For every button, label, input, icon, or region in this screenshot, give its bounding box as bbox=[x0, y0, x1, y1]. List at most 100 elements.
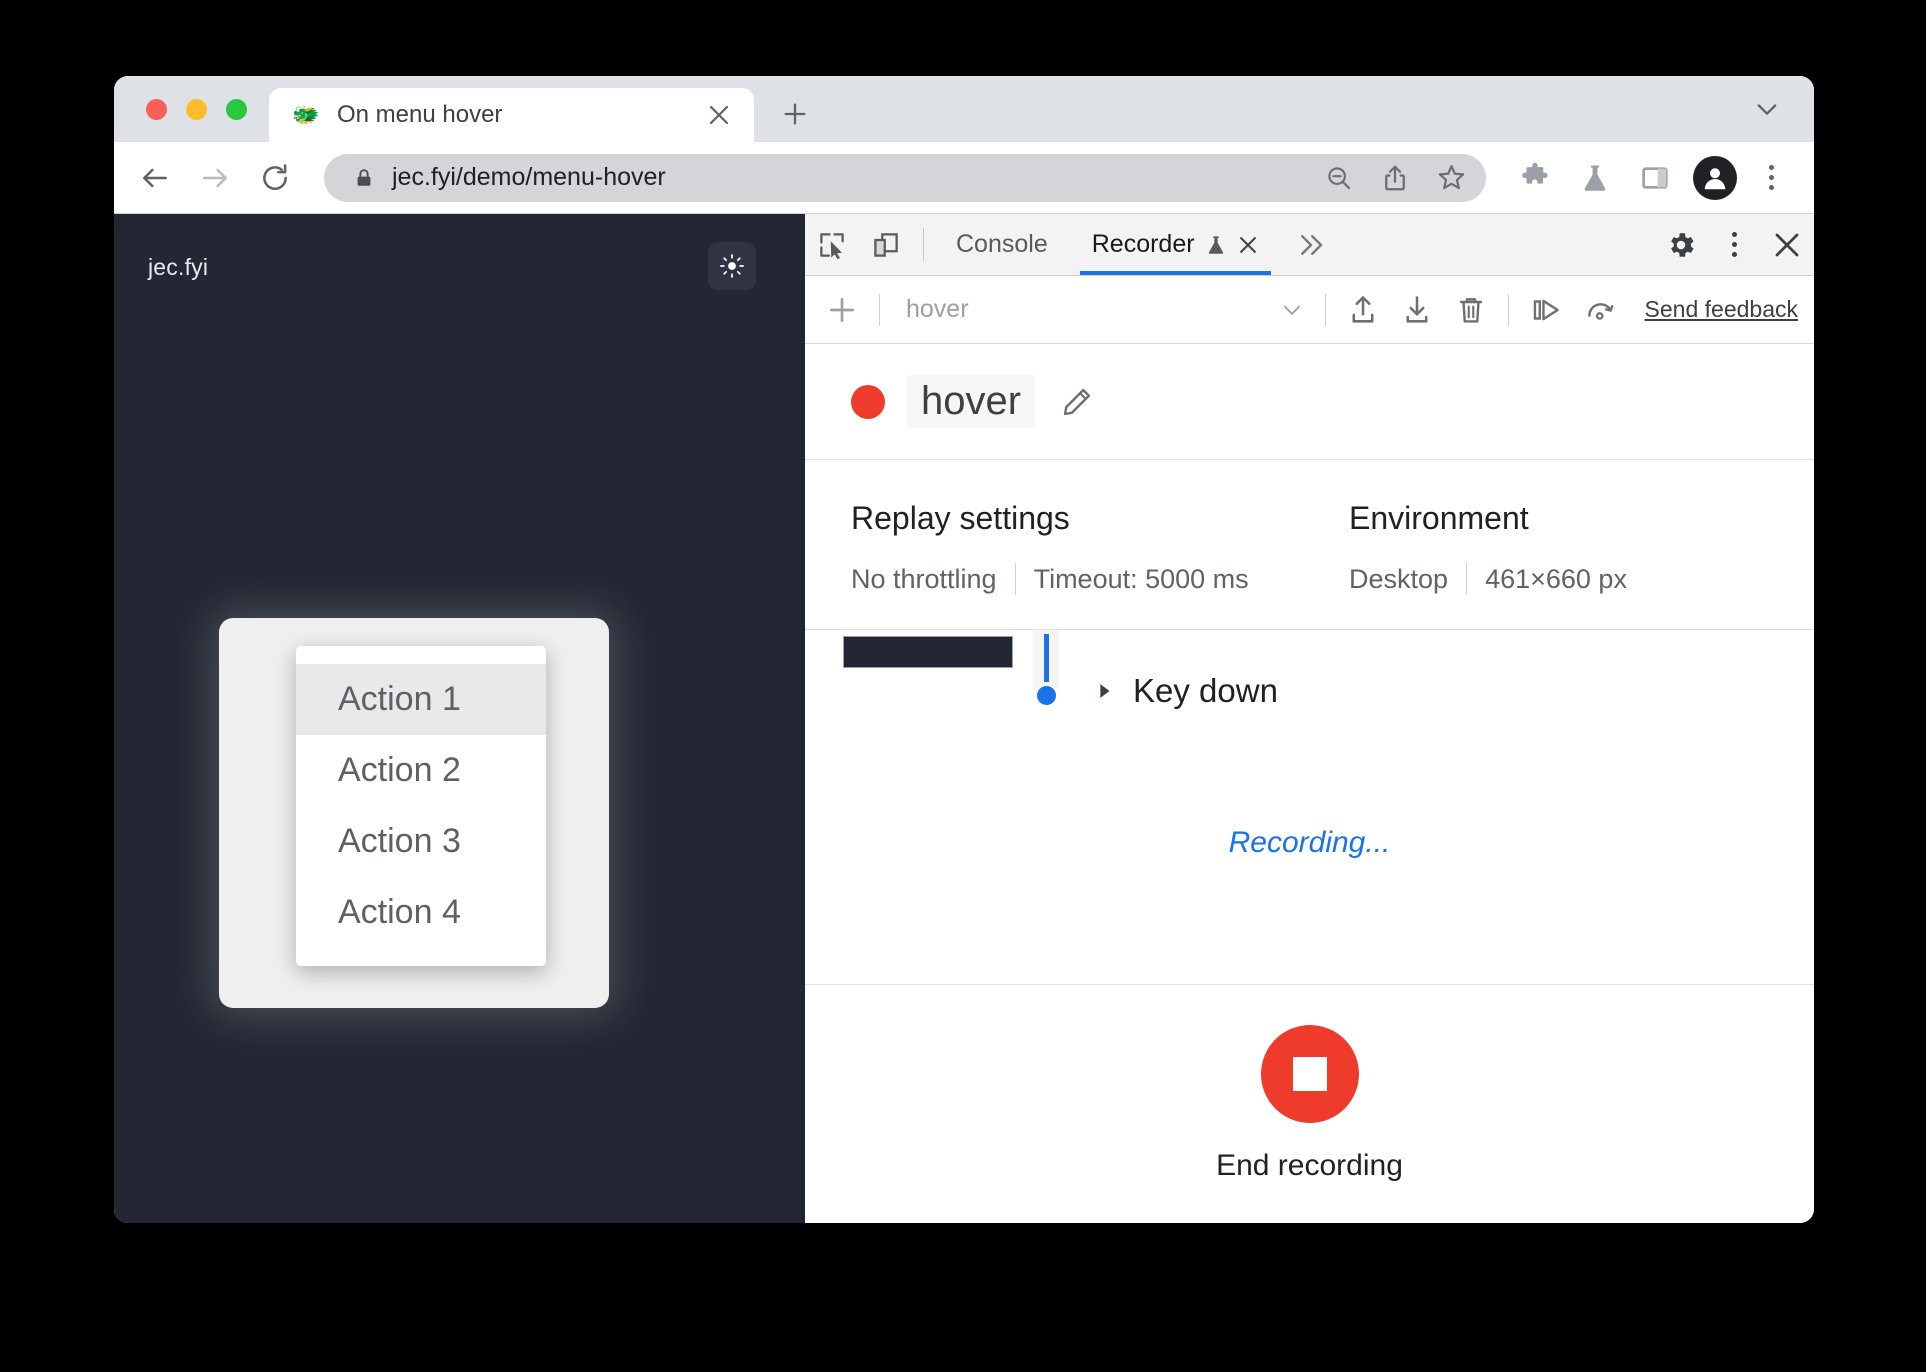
recording-title-row: hover bbox=[805, 344, 1814, 460]
new-tab-button[interactable] bbox=[772, 91, 818, 137]
stop-recording-button[interactable] bbox=[1260, 1025, 1359, 1123]
recording-select[interactable]: hover bbox=[890, 295, 1315, 324]
url-text: jec.fyi/demo/menu-hover bbox=[392, 163, 666, 191]
replay-settings-values: No throttling Timeout: 5000 ms bbox=[851, 563, 1349, 595]
experimental-flask-icon bbox=[1205, 234, 1227, 256]
hover-menu-popup: Action 1 Action 2 Action 3 Action 4 bbox=[296, 646, 546, 966]
value-divider bbox=[1014, 563, 1016, 595]
step-label-wrapper[interactable]: Key down bbox=[1093, 672, 1278, 710]
close-tab-icon[interactable] bbox=[1237, 234, 1259, 256]
tab-bar-divider bbox=[923, 228, 924, 261]
back-button[interactable] bbox=[128, 151, 182, 205]
value-divider bbox=[1466, 563, 1468, 595]
maximize-window-button[interactable] bbox=[226, 98, 247, 120]
end-recording-footer: End recording bbox=[805, 985, 1814, 1223]
menu-item-label: Action 2 bbox=[338, 751, 461, 789]
step-label: Key down bbox=[1133, 672, 1278, 709]
stop-icon bbox=[1292, 1057, 1327, 1091]
zoom-out-icon[interactable] bbox=[1316, 155, 1362, 201]
browser-tab[interactable]: 🐲 On menu hover bbox=[269, 88, 754, 142]
recording-settings: Replay settings No throttling Timeout: 5… bbox=[805, 460, 1814, 630]
import-recording-upload-icon[interactable] bbox=[1336, 283, 1390, 337]
end-recording-label: End recording bbox=[1216, 1149, 1403, 1182]
avatar[interactable] bbox=[1693, 155, 1737, 200]
inspect-element-icon[interactable] bbox=[805, 214, 859, 275]
tab-bar-spacer bbox=[1341, 214, 1654, 275]
tab-label: Console bbox=[956, 230, 1048, 258]
environment-title: Environment bbox=[1349, 500, 1529, 536]
menu-item-action-2[interactable]: Action 2 bbox=[296, 735, 546, 806]
tab-search-chevron-down-icon[interactable] bbox=[1742, 76, 1792, 142]
side-panel-icon[interactable] bbox=[1628, 151, 1682, 205]
profile-avatar[interactable] bbox=[1688, 151, 1742, 205]
tab-recorder[interactable]: Recorder bbox=[1070, 214, 1281, 275]
menu-item-action-4[interactable]: Action 4 bbox=[296, 877, 546, 948]
timeline-line bbox=[1043, 634, 1049, 682]
replay-settings-group: Replay settings No throttling Timeout: 5… bbox=[851, 500, 1349, 595]
recording-steps-list: Key down Recording... bbox=[805, 630, 1814, 985]
toolbar-divider bbox=[879, 293, 880, 326]
share-icon[interactable] bbox=[1372, 155, 1418, 201]
edit-recording-pencil-icon[interactable] bbox=[1057, 382, 1097, 422]
close-devtools-icon[interactable] bbox=[1760, 214, 1814, 275]
extensions-puzzle-icon[interactable] bbox=[1508, 151, 1562, 205]
devtools-main-menu-kebab-icon[interactable] bbox=[1708, 214, 1760, 275]
toolbar-divider bbox=[1324, 293, 1326, 326]
menu-item-action-1[interactable]: Action 1 bbox=[296, 664, 546, 735]
bookmark-star-icon[interactable] bbox=[1428, 155, 1474, 201]
forward-button[interactable] bbox=[188, 151, 242, 205]
minimize-window-button[interactable] bbox=[186, 98, 207, 120]
recorder-toolbar: hover Send feedback bbox=[805, 276, 1814, 344]
expand-caret-icon[interactable] bbox=[1093, 680, 1115, 702]
environment-group: Environment Desktop 461×660 px bbox=[1349, 500, 1627, 595]
menu-item-label: Action 3 bbox=[338, 822, 461, 860]
window-traffic-lights bbox=[114, 76, 269, 142]
menu-item-action-3[interactable]: Action 3 bbox=[296, 806, 546, 877]
page-brand: jec.fyi bbox=[148, 254, 209, 280]
devtools-tab-bar: Console Recorder bbox=[805, 214, 1814, 276]
step-replay-icon[interactable] bbox=[1519, 283, 1573, 337]
browser-menu-kebab-icon[interactable] bbox=[1748, 155, 1794, 201]
recording-select-label: hover bbox=[906, 295, 969, 323]
lock-icon bbox=[352, 166, 376, 190]
viewport-value: 461×660 px bbox=[1485, 563, 1627, 594]
timeout-value[interactable]: Timeout: 5000 ms bbox=[1034, 564, 1249, 595]
close-tab-icon[interactable] bbox=[704, 100, 734, 130]
recording-status-text: Recording... bbox=[1228, 826, 1391, 859]
window-body: jec.fyi Hover over me! Action 1 Action 2 bbox=[114, 214, 1814, 1223]
menu-item-label: Action 1 bbox=[338, 680, 461, 718]
step-item-key-down[interactable]: Key down bbox=[1027, 630, 1278, 710]
close-window-button[interactable] bbox=[146, 98, 167, 120]
add-recording-button[interactable] bbox=[815, 283, 869, 337]
devtools-tab-bar-actions bbox=[1654, 214, 1814, 275]
address-bar[interactable]: jec.fyi/demo/menu-hover bbox=[324, 153, 1486, 202]
send-feedback-link[interactable]: Send feedback bbox=[1645, 296, 1798, 323]
toolbar-divider bbox=[1507, 293, 1509, 326]
export-recording-download-icon[interactable] bbox=[1390, 283, 1444, 337]
tab-strip: 🐲 On menu hover bbox=[114, 76, 1814, 142]
tab-console[interactable]: Console bbox=[934, 214, 1070, 275]
delete-recording-trash-icon[interactable] bbox=[1444, 283, 1498, 337]
replay-settings-title: Replay settings bbox=[851, 500, 1070, 536]
more-tabs-chevron-icon[interactable] bbox=[1281, 214, 1341, 275]
throttling-value[interactable]: No throttling bbox=[851, 564, 997, 595]
replay-speed-icon[interactable] bbox=[1573, 283, 1627, 337]
chevron-down-icon bbox=[1269, 297, 1315, 323]
tab-title: On menu hover bbox=[337, 101, 503, 128]
tab-favicon-icon: 🐲 bbox=[292, 102, 320, 127]
settings-gear-icon[interactable] bbox=[1654, 214, 1708, 275]
recording-status-dot-icon bbox=[851, 384, 885, 419]
tab-label: Recorder bbox=[1091, 230, 1195, 258]
devtools-panel: Console Recorder hover Send feedback hov… bbox=[802, 214, 1814, 1223]
device-value: Desktop bbox=[1349, 563, 1449, 594]
browser-window: 🐲 On menu hover jec.fyi/demo/menu-hover … bbox=[114, 76, 1814, 1223]
step-timeline bbox=[1027, 630, 1065, 705]
reload-button[interactable] bbox=[248, 151, 302, 205]
theme-toggle-sun-icon[interactable] bbox=[708, 242, 756, 290]
experiment-flask-icon[interactable] bbox=[1568, 151, 1622, 205]
menu-item-label: Action 4 bbox=[338, 893, 461, 931]
environment-values: Desktop 461×660 px bbox=[1349, 563, 1627, 595]
page-viewport: jec.fyi Hover over me! Action 1 Action 2 bbox=[114, 214, 802, 1223]
device-toolbar-toggle-icon[interactable] bbox=[859, 214, 913, 275]
recording-name[interactable]: hover bbox=[907, 375, 1036, 428]
